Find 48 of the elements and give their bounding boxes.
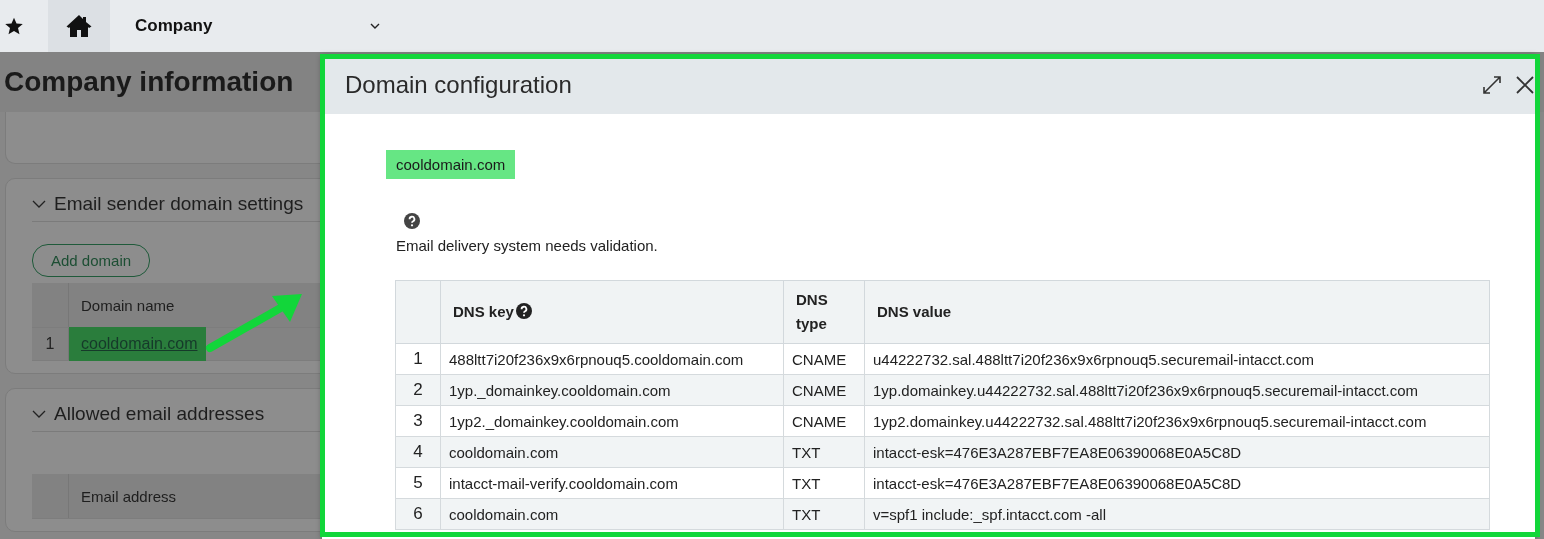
add-domain-button[interactable]: Add domain (32, 244, 151, 277)
row-number: 3 (395, 405, 441, 437)
chevron-icon[interactable] (32, 199, 46, 209)
dns-key-cell: 1yp._domainkey.cooldomain.com (440, 374, 784, 406)
dns-value-cell: intacct-esk=476E3A287EBF7EA8E06390068E0A5C8D (864, 436, 1490, 468)
column-header: Domain name (80, 295, 175, 316)
chevron-icon[interactable] (32, 409, 46, 419)
dns-key-cell: cooldomain.com (440, 436, 784, 468)
star-icon[interactable] (4, 16, 24, 36)
dns-value-cell: 1yp2.domainkey.u44222732.sal.488ltt7i20f236x9x6rpnouq5.securemail-intacct.com (864, 405, 1490, 437)
column-header: DNS key (440, 280, 784, 344)
help-icon[interactable] (515, 303, 532, 319)
domain-link[interactable]: cooldomain.com (69, 327, 206, 361)
dns-type-cell: CNAME (783, 405, 865, 437)
row-number: 6 (395, 498, 441, 530)
validation-message: Email delivery system needs validation. (396, 237, 659, 254)
home-button[interactable] (48, 0, 110, 52)
section-title: Allowed email addresses (54, 403, 265, 425)
dns-value-cell: intacct-esk=476E3A287EBF7EA8E06390068E0A5C8D (864, 467, 1490, 499)
help-icon[interactable] (404, 213, 420, 229)
dns-type-cell: TXT (783, 467, 865, 499)
dialog-title: Domain configuration (345, 71, 573, 99)
dns-key-cell: cooldomain.com (440, 498, 784, 530)
section-title: Email sender domain settings (54, 193, 304, 215)
page-title: Company information (4, 66, 294, 98)
column-header: DNS type (783, 280, 865, 344)
close-icon[interactable] (1515, 75, 1535, 95)
column-header: Email address (80, 486, 177, 507)
row-number: 5 (395, 467, 441, 499)
chevron-down-icon (370, 23, 380, 29)
dns-value-cell: v=spf1 include:_spf.intacct.com -all (864, 498, 1490, 530)
dns-type-cell: CNAME (783, 343, 865, 375)
company-menu[interactable]: Company (110, 16, 380, 36)
dns-key-cell: intacct-mail-verify.cooldomain.com (440, 467, 784, 499)
column-header: DNS value (864, 280, 1490, 344)
row-number: 1 (395, 343, 441, 375)
row-number: 2 (395, 374, 441, 406)
dns-type-cell: CNAME (783, 374, 865, 406)
row-number: 4 (395, 436, 441, 468)
dns-value-cell: u44222732.sal.488ltt7i20f236x9x6rpnouq5.securemail-intacct.com (864, 343, 1490, 375)
dns-value-cell: 1yp.domainkey.u44222732.sal.488ltt7i20f236x9x6rpnouq5.securemail-intacct.com (864, 374, 1490, 406)
dns-key-cell: 488ltt7i20f236x9x6rpnouq5.cooldomain.com (440, 343, 784, 375)
domain-label: cooldomain.com (386, 150, 516, 179)
dns-key-cell: 1yp2._domainkey.cooldomain.com (440, 405, 784, 437)
expand-icon[interactable] (1481, 74, 1503, 96)
home-icon (66, 14, 92, 38)
dns-type-cell: TXT (783, 498, 865, 530)
dns-type-cell: TXT (783, 436, 865, 468)
